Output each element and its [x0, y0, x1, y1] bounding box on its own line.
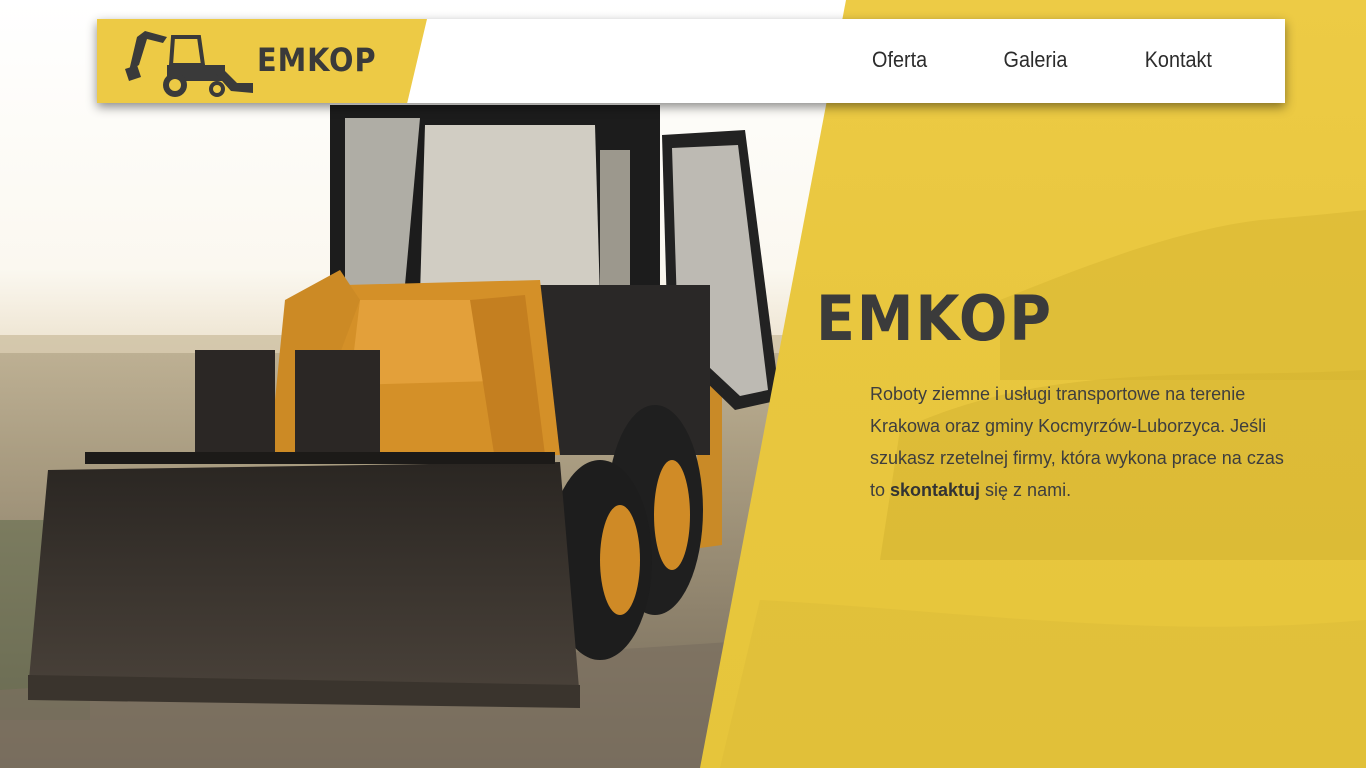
site-header: EMKOP Oferta Galeria Kontakt [97, 19, 1285, 103]
hero-description: Roboty ziemne i usługi transportowe na t… [870, 378, 1300, 506]
nav-item-kontakt[interactable]: Kontakt [1145, 47, 1212, 73]
logo[interactable]: EMKOP [97, 19, 427, 103]
hero-title: EMKOP [816, 282, 1053, 355]
main-nav: Oferta Galeria Kontakt [869, 47, 1216, 73]
nav-item-galeria[interactable]: Galeria [1004, 47, 1068, 73]
contact-link[interactable]: skontaktuj [890, 480, 980, 500]
backhoe-loader-icon [125, 31, 253, 97]
hero-description-end: się z nami. [980, 480, 1072, 500]
nav-item-oferta[interactable]: Oferta [872, 47, 927, 73]
logo-text: EMKOP [257, 41, 377, 79]
